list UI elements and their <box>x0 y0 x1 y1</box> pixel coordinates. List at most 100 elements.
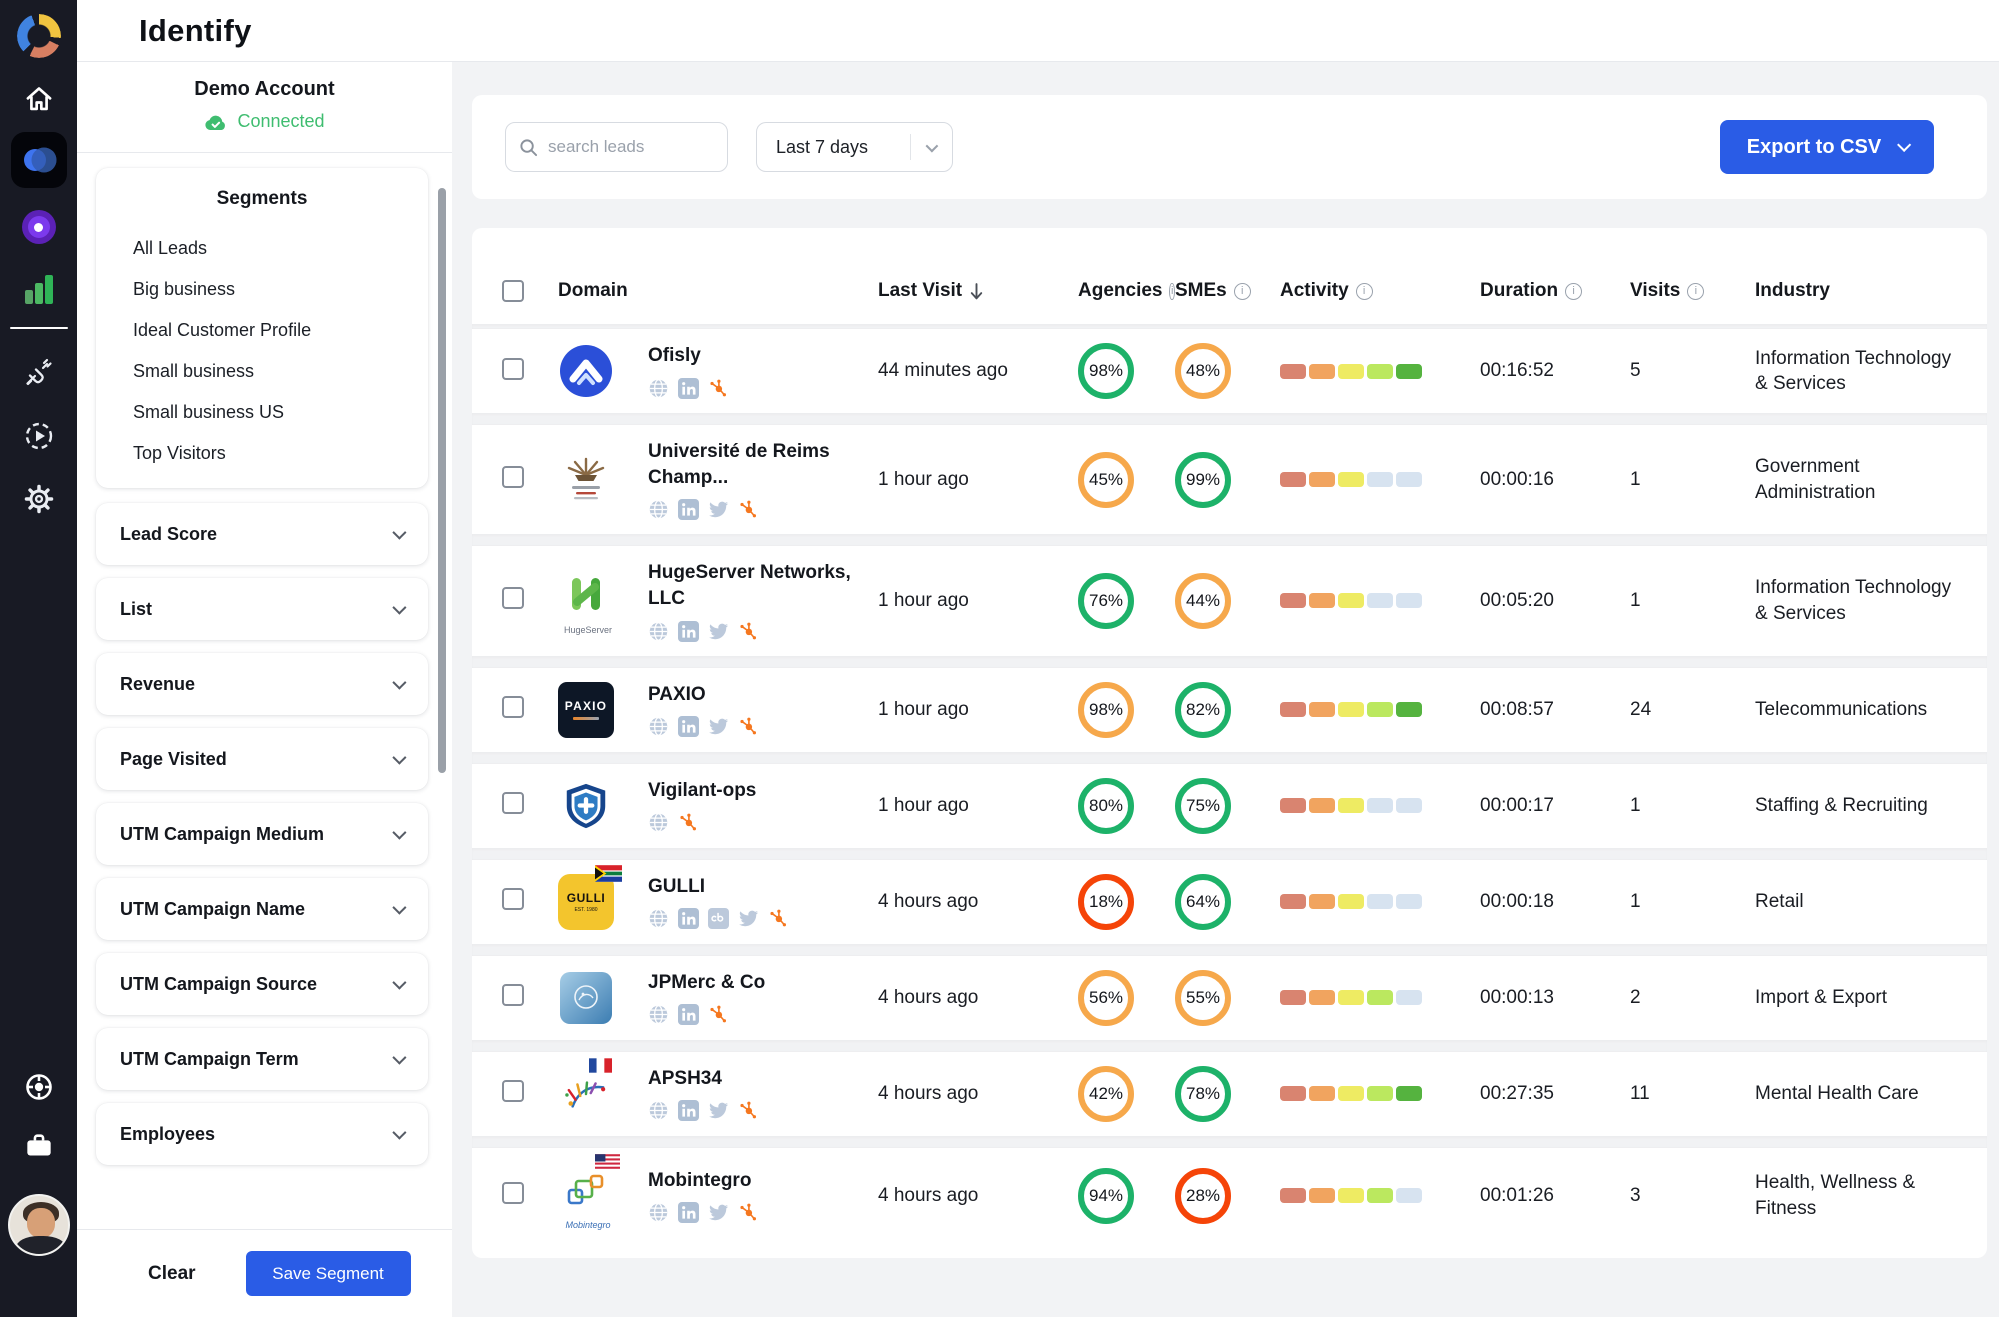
hubspot-icon[interactable] <box>738 716 759 737</box>
globe-icon[interactable] <box>648 812 669 833</box>
globe-icon[interactable] <box>648 1202 669 1223</box>
table-row[interactable]: APSH344 hours ago42%78%00:27:3511Mental … <box>472 1052 1987 1136</box>
hubspot-icon[interactable] <box>708 378 729 399</box>
search-input[interactable] <box>548 137 698 157</box>
globe-icon[interactable] <box>648 716 669 737</box>
col-agencies[interactable]: Agencies <box>1078 280 1175 302</box>
linkedin-icon[interactable] <box>678 908 699 929</box>
hubspot-icon[interactable] <box>768 908 789 929</box>
twitter-icon[interactable] <box>738 908 759 929</box>
audiences-icon[interactable] <box>22 210 56 244</box>
info-icon[interactable] <box>1234 283 1251 300</box>
company-name[interactable]: Ofisly <box>648 343 878 369</box>
company-name[interactable]: HugeServer Networks, LLC <box>648 560 878 611</box>
twitter-icon[interactable] <box>708 1202 729 1223</box>
company-name[interactable]: Mobintegro <box>648 1168 878 1194</box>
profile-avatar[interactable] <box>8 1194 70 1256</box>
col-activity[interactable]: Activity <box>1280 280 1460 302</box>
filter-section-utm-campaign-term[interactable]: UTM Campaign Term <box>96 1028 428 1090</box>
settings-gear-icon[interactable] <box>23 483 55 515</box>
linkedin-icon[interactable] <box>678 621 699 642</box>
filter-section-list[interactable]: List <box>96 578 428 640</box>
hubspot-icon[interactable] <box>738 1100 759 1121</box>
segment-item-top-visitors[interactable]: Top Visitors <box>96 433 428 474</box>
col-last-visit[interactable]: Last Visit <box>878 280 1078 302</box>
linkedin-icon[interactable] <box>678 378 699 399</box>
segment-item-ideal-customer-profile[interactable]: Ideal Customer Profile <box>96 310 428 351</box>
col-domain[interactable]: Domain <box>558 280 878 302</box>
filter-section-utm-campaign-medium[interactable]: UTM Campaign Medium <box>96 803 428 865</box>
segment-item-small-business-us[interactable]: Small business US <box>96 392 428 433</box>
company-name[interactable]: Université de Reims Champ... <box>648 439 878 490</box>
clear-button[interactable]: Clear <box>148 1263 196 1285</box>
twitter-icon[interactable] <box>708 716 729 737</box>
help-lifering-icon[interactable] <box>24 1072 54 1102</box>
globe-icon[interactable] <box>648 1100 669 1121</box>
filter-section-page-visited[interactable]: Page Visited <box>96 728 428 790</box>
twitter-icon[interactable] <box>708 499 729 520</box>
linkedin-icon[interactable] <box>678 499 699 520</box>
session-replay-icon[interactable] <box>23 420 55 452</box>
col-industry[interactable]: Industry <box>1755 280 1963 302</box>
table-row[interactable]: JPMerc & Co4 hours ago56%55%00:00:132Imp… <box>472 956 1987 1040</box>
globe-icon[interactable] <box>648 378 669 399</box>
filter-section-revenue[interactable]: Revenue <box>96 653 428 715</box>
save-segment-button[interactable]: Save Segment <box>246 1251 411 1296</box>
info-icon[interactable] <box>1687 283 1704 300</box>
filter-section-lead-score[interactable]: Lead Score <box>96 503 428 565</box>
linkedin-icon[interactable] <box>678 1004 699 1025</box>
table-row[interactable]: GULLIEST. 1980GULLI4 hours ago18%64%00:0… <box>472 860 1987 944</box>
company-name[interactable]: JPMerc & Co <box>648 970 878 996</box>
linkedin-icon[interactable] <box>678 1202 699 1223</box>
table-row[interactable]: MobintegroMobintegro4 hours ago94%28%00:… <box>472 1148 1987 1244</box>
row-checkbox[interactable] <box>502 1080 524 1102</box>
workspace-briefcase-icon[interactable] <box>25 1132 53 1158</box>
linkedin-icon[interactable] <box>678 716 699 737</box>
hubspot-icon[interactable] <box>738 1202 759 1223</box>
row-checkbox[interactable] <box>502 1182 524 1204</box>
table-row[interactable]: Université de Reims Champ...1 hour ago45… <box>472 425 1987 534</box>
info-icon[interactable] <box>1565 283 1582 300</box>
col-smes[interactable]: SMEs <box>1175 280 1280 302</box>
hubspot-icon[interactable] <box>708 1004 729 1025</box>
table-row[interactable]: Vigilant-ops1 hour ago80%75%00:00:171Sta… <box>472 764 1987 848</box>
filter-section-utm-campaign-source[interactable]: UTM Campaign Source <box>96 953 428 1015</box>
hubspot-icon[interactable] <box>738 621 759 642</box>
company-name[interactable]: PAXIO <box>648 682 878 708</box>
globe-icon[interactable] <box>648 499 669 520</box>
integrations-plug-icon[interactable] <box>23 356 55 388</box>
company-name[interactable]: Vigilant-ops <box>648 778 878 804</box>
table-row[interactable]: Ofisly44 minutes ago98%48%00:16:525Infor… <box>472 329 1987 413</box>
identify-nav-active[interactable] <box>11 132 67 188</box>
segment-item-all-leads[interactable]: All Leads <box>96 228 428 269</box>
home-icon[interactable] <box>25 86 53 112</box>
segment-item-big-business[interactable]: Big business <box>96 269 428 310</box>
row-checkbox[interactable] <box>502 466 524 488</box>
globe-icon[interactable] <box>648 1004 669 1025</box>
export-csv-button[interactable]: Export to CSV <box>1720 120 1934 174</box>
hubspot-icon[interactable] <box>738 499 759 520</box>
hubspot-icon[interactable] <box>678 812 699 833</box>
row-checkbox[interactable] <box>502 888 524 910</box>
globe-icon[interactable] <box>648 621 669 642</box>
segment-item-small-business[interactable]: Small business <box>96 351 428 392</box>
row-checkbox[interactable] <box>502 587 524 609</box>
analytics-icon[interactable] <box>25 274 53 304</box>
row-checkbox[interactable] <box>502 984 524 1006</box>
globe-icon[interactable] <box>648 908 669 929</box>
company-name[interactable]: GULLI <box>648 874 878 900</box>
date-range-select[interactable]: Last 7 days <box>756 122 953 172</box>
filter-section-employees[interactable]: Employees <box>96 1103 428 1165</box>
filter-section-utm-campaign-name[interactable]: UTM Campaign Name <box>96 878 428 940</box>
row-checkbox[interactable] <box>502 358 524 380</box>
crunchbase-icon[interactable] <box>708 908 729 929</box>
linkedin-icon[interactable] <box>678 1100 699 1121</box>
twitter-icon[interactable] <box>708 1100 729 1121</box>
sidebar-scrollbar[interactable] <box>438 188 446 773</box>
table-row[interactable]: PAXIOPAXIO1 hour ago98%82%00:08:5724Tele… <box>472 668 1987 752</box>
row-checkbox[interactable] <box>502 696 524 718</box>
select-all-checkbox[interactable] <box>502 280 524 302</box>
app-logo-icon[interactable] <box>17 14 61 58</box>
company-name[interactable]: APSH34 <box>648 1066 878 1092</box>
col-duration[interactable]: Duration <box>1460 280 1630 302</box>
